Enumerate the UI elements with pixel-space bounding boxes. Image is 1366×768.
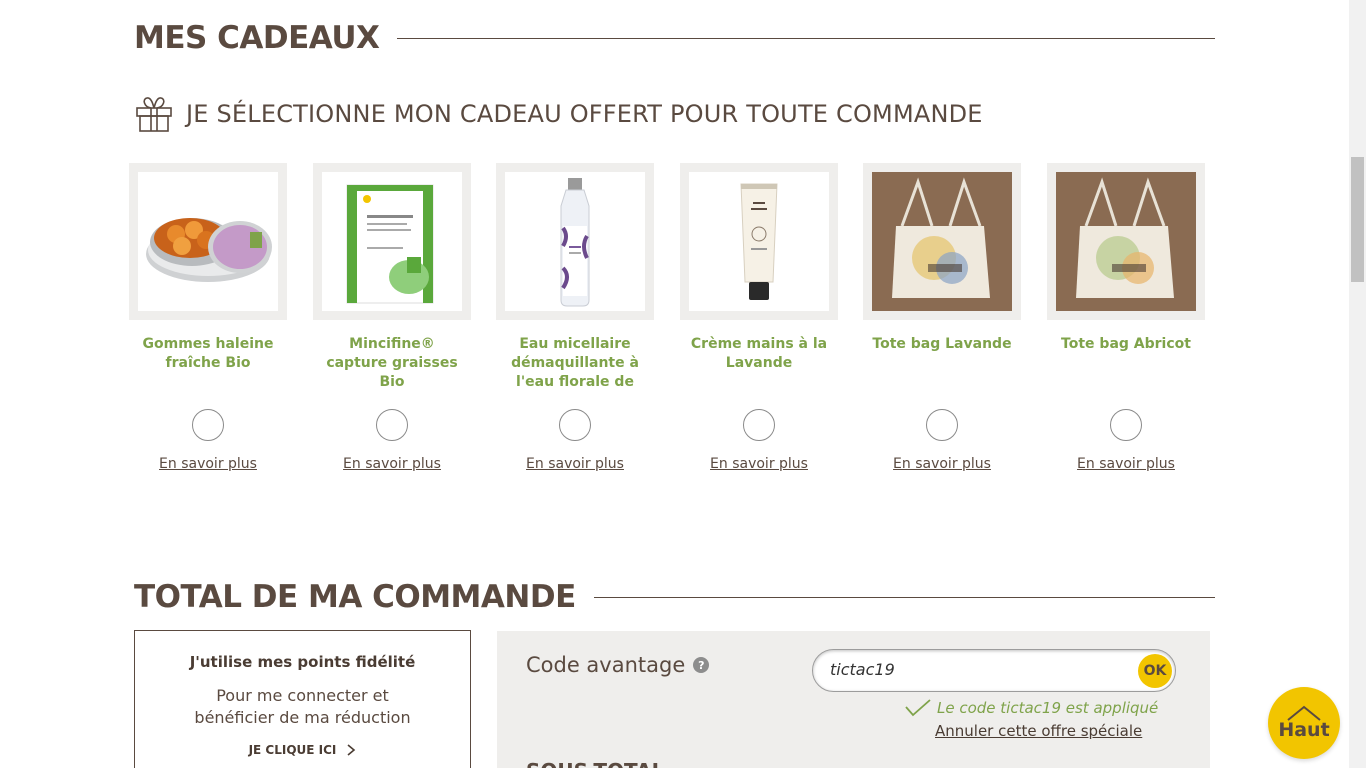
gift-more-link[interactable]: En savoir plus [526, 456, 624, 472]
fidelity-description-line: Pour me connecter et [216, 686, 389, 705]
gifts-section-title: MES CADEAUX [134, 20, 380, 56]
fidelity-title: J'utilise mes points fidélité [189, 653, 416, 671]
promo-code-field: OK [812, 649, 1176, 692]
gift-card-tote-abricot: Tote bag Abricot En savoir plus [1047, 163, 1205, 473]
gift-name: Gommes haleine fraîche Bio [142, 336, 274, 371]
gift-name: Tote bag Lavande [872, 336, 1012, 352]
total-section-title: TOTAL DE MA COMMANDE [134, 579, 576, 615]
gift-radio-tote-abricot[interactable] [1110, 409, 1142, 441]
gift-more-link[interactable]: En savoir plus [1077, 456, 1175, 472]
gift-radio-gommes[interactable] [192, 409, 224, 441]
section-divider [593, 596, 1215, 598]
gift-card-creme-mains: Crème mains à la Lavande En savoir plus [680, 163, 838, 473]
promo-code-label-row: Code avantage ? [526, 653, 710, 677]
gift-image-mincifine [322, 172, 462, 311]
gift-image-frame[interactable] [129, 163, 287, 320]
gift-name: Crème mains à la Lavande [690, 336, 828, 371]
page-scrollbar[interactable] [1349, 0, 1366, 768]
gift-radio-mincifine[interactable] [376, 409, 408, 441]
gift-card-eau-micellaire: Eau micellaire démaquillante à l'eau flo… [496, 163, 654, 473]
gift-image-frame[interactable] [496, 163, 654, 320]
cancel-offer-link[interactable]: Annuler cette offre spéciale [935, 722, 1142, 740]
back-to-top-label: Haut [1278, 719, 1330, 741]
gift-name: Tote bag Abricot [1061, 336, 1191, 352]
back-to-top-button[interactable]: Haut [1268, 687, 1340, 759]
scrollbar-thumb[interactable] [1351, 157, 1364, 282]
fidelity-description-line: bénéficier de ma réduction [194, 708, 411, 727]
gift-radio-eau-micellaire[interactable] [559, 409, 591, 441]
fidelity-box: J'utilise mes points fidélité Pour me co… [134, 630, 471, 768]
gift-image-creme-mains [689, 172, 829, 311]
checkmark-icon [905, 699, 931, 717]
gift-card-mincifine: Mincifine® capture graisses Bio En savoi… [313, 163, 471, 473]
gift-image-tote-lavande [872, 172, 1012, 311]
gift-image-frame[interactable] [1047, 163, 1205, 320]
gift-icon [136, 97, 172, 132]
gift-image-frame[interactable] [863, 163, 1021, 320]
promo-ok-button[interactable]: OK [1138, 654, 1172, 688]
help-icon[interactable]: ? [693, 657, 710, 673]
fidelity-login-link[interactable]: JE CLIQUE ICI [249, 743, 357, 757]
gifts-section-header: MES CADEAUX [134, 20, 1215, 56]
gift-more-link[interactable]: En savoir plus [893, 456, 991, 472]
promo-applied-text: Le code tictac19 est appliqué [937, 699, 1159, 717]
gift-radio-creme-mains[interactable] [743, 409, 775, 441]
promo-applied-message: Le code tictac19 est appliqué [905, 699, 1158, 717]
fidelity-cta-label: JE CLIQUE ICI [248, 743, 337, 757]
promo-code-label: Code avantage [526, 653, 686, 677]
gift-selection-title: JE SÉLECTIONNE MON CADEAU OFFERT POUR TO… [186, 100, 983, 128]
gift-name: Mincifine® capture graisses Bio [326, 336, 458, 390]
promo-code-input[interactable] [830, 660, 1130, 679]
gift-radio-tote-lavande[interactable] [926, 409, 958, 441]
gift-more-link[interactable]: En savoir plus [159, 456, 257, 472]
promo-code-panel: Code avantage ? OK Le code tictac19 est … [497, 631, 1210, 768]
gift-image-gommes [138, 172, 278, 311]
gift-selection-heading: JE SÉLECTIONNE MON CADEAU OFFERT POUR TO… [134, 95, 983, 133]
gift-card-gommes: Gommes haleine fraîche Bio En savoir plu… [129, 163, 287, 473]
gift-image-tote-abricot [1056, 172, 1196, 311]
gift-image-frame[interactable] [313, 163, 471, 320]
gift-more-link[interactable]: En savoir plus [710, 456, 808, 472]
section-divider [397, 37, 1215, 39]
total-section-header: TOTAL DE MA COMMANDE [134, 579, 1215, 615]
subtotal-label: SOUS-TOTAL [526, 759, 664, 768]
chevron-right-icon [347, 744, 356, 756]
fidelity-description: Pour me connecter et bénéficier de ma ré… [135, 685, 470, 729]
gift-name: Eau micellaire démaquillante à l'eau flo… [511, 336, 639, 390]
gift-more-link[interactable]: En savoir plus [343, 456, 441, 472]
gift-image-eau-micellaire [505, 172, 645, 311]
gift-image-frame[interactable] [680, 163, 838, 320]
gift-card-tote-lavande: Tote bag Lavande En savoir plus [863, 163, 1021, 473]
